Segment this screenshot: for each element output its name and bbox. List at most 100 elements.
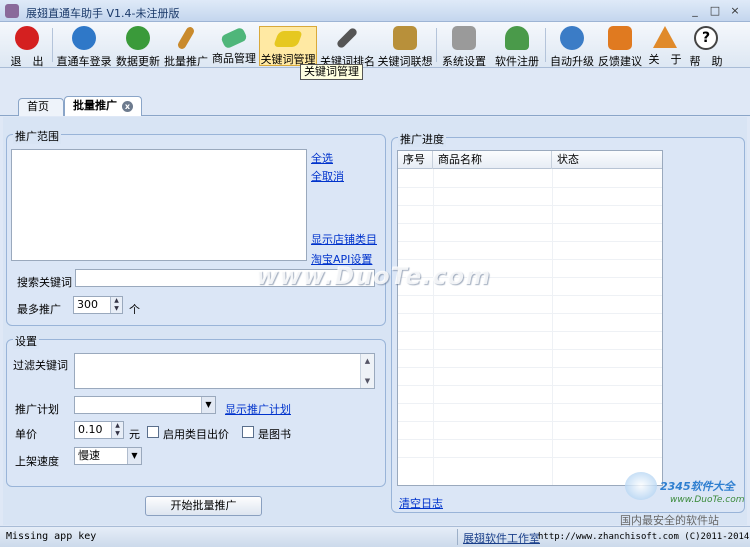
column-divider <box>433 169 434 485</box>
feedback-label: 反馈建议 <box>598 55 642 68</box>
row-gridline <box>398 223 662 224</box>
show-plan-link[interactable]: 显示推广计划 <box>225 401 291 417</box>
filter-keywords-input[interactable]: ▲ ▼ <box>74 353 375 389</box>
help-label: 帮 助 <box>689 55 723 68</box>
max-promote-label: 最多推广 <box>17 303 61 316</box>
category-list[interactable] <box>11 149 307 261</box>
batch-promote-label: 批量推广 <box>164 55 208 68</box>
enable-category-bid-checkbox[interactable] <box>147 426 159 438</box>
start-batch-promote-button[interactable]: 开始批量推广 <box>145 496 262 516</box>
system-settings-button[interactable]: 系统设置 <box>440 26 488 68</box>
software-register-button[interactable]: 软件注册 <box>493 26 541 68</box>
studio-link[interactable]: 展翅软件工作室 <box>463 530 540 546</box>
settings-group-title: 设置 <box>13 333 39 349</box>
data-update-button[interactable]: 数据更新 <box>115 26 161 68</box>
scroll-down-icon[interactable]: ▼ <box>361 374 374 388</box>
watermark-logo-icon <box>625 472 657 500</box>
about-button[interactable]: 关 于 <box>645 26 685 66</box>
column-header-product-name[interactable]: 商品名称 <box>433 151 552 169</box>
max-promote-value: 300 <box>77 298 98 311</box>
column-header-status[interactable]: 状态 <box>552 151 662 169</box>
row-gridline <box>398 403 662 404</box>
is-book-checkbox[interactable] <box>242 426 254 438</box>
select-all-link[interactable]: 全选 <box>311 150 333 166</box>
watermark-center: www.DuoTe.com <box>256 262 491 290</box>
listing-speed-select[interactable]: 慢速 ▼ <box>74 447 142 465</box>
scrollbar[interactable]: ▲ ▼ <box>360 354 374 388</box>
exit-button[interactable]: 退 出 <box>4 26 50 68</box>
software-register-label: 软件注册 <box>495 55 539 68</box>
row-gridline <box>398 205 662 206</box>
progress-group-title: 推广进度 <box>398 131 446 147</box>
telescope-icon <box>335 26 359 50</box>
note-icon <box>273 31 303 47</box>
minimize-button[interactable]: _ <box>686 3 704 19</box>
auto-upgrade-button[interactable]: 自动升级 <box>549 26 595 68</box>
feedback-button[interactable]: 反馈建议 <box>597 26 643 68</box>
column-header-index[interactable]: 序号 <box>398 151 433 169</box>
title-bar: 展翅直通车助手 V1.4-未注册版 _ □ × <box>0 0 750 22</box>
row-gridline <box>398 385 662 386</box>
maximize-button[interactable]: □ <box>706 3 724 19</box>
tab-batch-promote[interactable]: 批量推广 x <box>64 96 142 116</box>
lock-settings-icon <box>452 26 476 50</box>
price-unit: 元 <box>129 428 140 441</box>
table-header: 序号 商品名称 状态 <box>398 151 662 169</box>
listing-speed-label: 上架速度 <box>15 455 59 468</box>
scroll-up-icon[interactable]: ▲ <box>361 354 374 368</box>
app-icon <box>5 4 19 18</box>
status-bar: Missing app key 展翅软件工作室 http://www.zhanc… <box>0 526 750 547</box>
tab-close-icon[interactable]: x <box>122 101 133 112</box>
tab-batch-promote-label: 批量推广 <box>73 99 117 112</box>
row-gridline <box>398 259 662 260</box>
feedback-icon <box>608 26 632 50</box>
close-button[interactable]: × <box>726 3 744 19</box>
max-promote-stepper[interactable]: 300 ▲ ▼ <box>73 296 123 314</box>
listing-speed-value: 慢速 <box>78 449 100 462</box>
batch-promote-toolbar-button[interactable]: 批量推广 <box>163 25 209 68</box>
toolbar-separator <box>436 28 437 62</box>
exit-label: 退 出 <box>10 55 44 68</box>
watermark-site: www.DuoTe.com <box>670 495 745 505</box>
tooltip: 关键词管理 <box>300 64 363 80</box>
plan-select[interactable]: ▼ <box>74 396 216 414</box>
progress-table[interactable]: 序号 商品名称 状态 <box>397 150 663 486</box>
login-button[interactable]: 直通车登录 <box>55 26 113 68</box>
user-icon <box>505 26 529 50</box>
is-book-label: 是图书 <box>258 428 291 441</box>
product-management-button[interactable]: 商品管理 <box>211 26 257 66</box>
deselect-all-link[interactable]: 全取消 <box>311 168 344 184</box>
chevron-down-icon[interactable]: ▼ <box>201 397 215 413</box>
chevron-down-icon[interactable]: ▼ <box>127 448 141 464</box>
row-gridline <box>398 295 662 296</box>
plan-label: 推广计划 <box>15 403 59 416</box>
home-icon <box>653 26 677 48</box>
enable-category-bid-label: 启用类目出价 <box>163 428 229 441</box>
spin-arrows-icon[interactable]: ▲ ▼ <box>111 422 123 438</box>
toolbar: 退 出 直通车登录 数据更新 批量推广 商品管理 关键词管理 关键词排名 关键词… <box>0 22 750 68</box>
about-label: 关 于 <box>648 53 682 66</box>
row-gridline <box>398 421 662 422</box>
toolbar-separator <box>52 28 53 62</box>
spin-arrows-icon[interactable]: ▲ ▼ <box>110 297 122 313</box>
row-gridline <box>398 187 662 188</box>
price-stepper[interactable]: 0.10 ▲ ▼ <box>74 421 124 439</box>
clear-log-link[interactable]: 清空日志 <box>399 495 443 511</box>
show-shop-categories-link[interactable]: 显示店铺类目 <box>311 231 377 247</box>
row-gridline <box>398 313 662 314</box>
row-gridline <box>398 241 662 242</box>
tab-strip: 首页 批量推广 x <box>0 96 750 116</box>
system-settings-label: 系统设置 <box>442 55 486 68</box>
filter-keywords-label: 过滤关键词 <box>13 359 68 372</box>
price-label: 单价 <box>15 428 37 441</box>
tab-home[interactable]: 首页 <box>18 98 64 116</box>
help-icon: ? <box>694 26 718 50</box>
keyword-management-button[interactable]: 关键词管理 <box>259 26 317 66</box>
row-gridline <box>398 457 662 458</box>
row-gridline <box>398 349 662 350</box>
row-gridline <box>398 367 662 368</box>
help-button[interactable]: ? 帮 助 <box>688 26 724 68</box>
price-value: 0.10 <box>78 423 103 436</box>
keyword-suggest-button[interactable]: 关键词联想 <box>377 26 433 68</box>
keyword-ranking-button[interactable]: 关键词排名 <box>320 26 375 68</box>
